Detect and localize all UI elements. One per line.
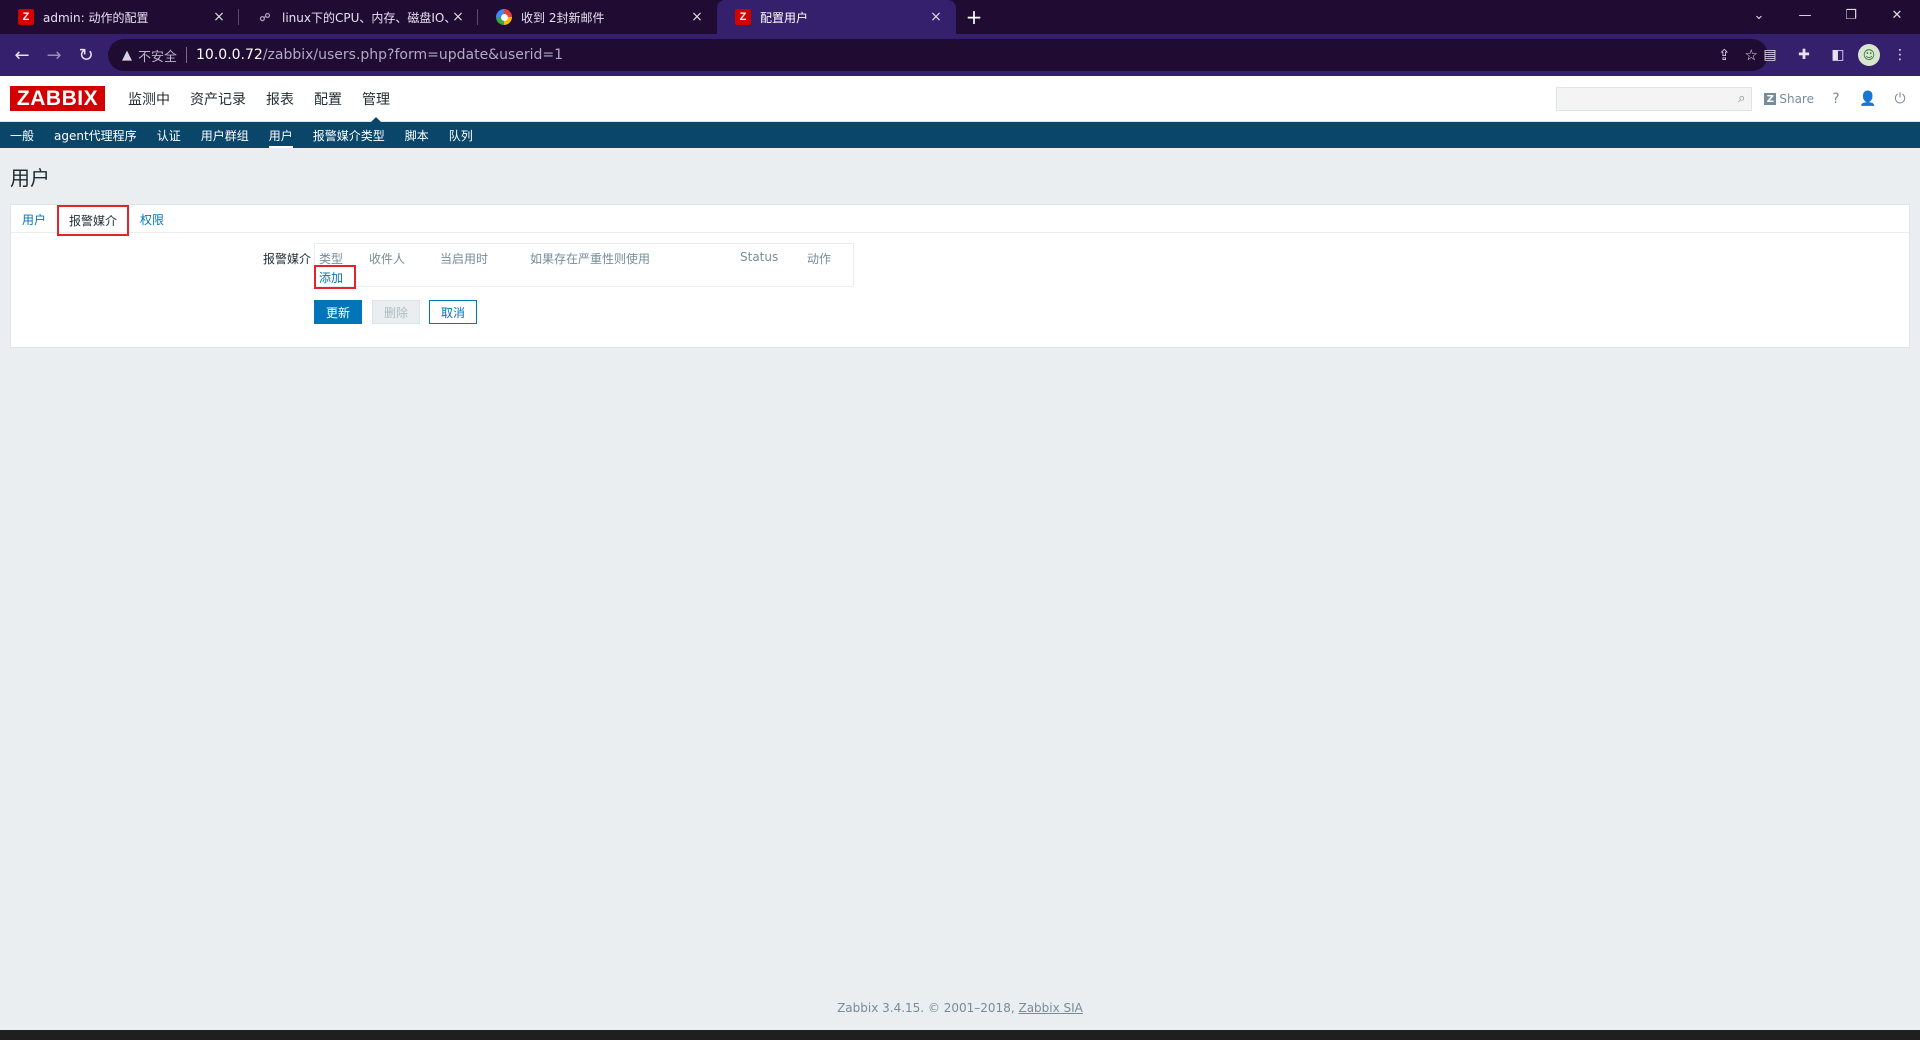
warning-icon[interactable]: ▲ (122, 48, 132, 63)
top-right-tools: ⌕ Z Share ? 👤 ⏻ (1556, 87, 1910, 111)
media-label: 报警媒介 (262, 252, 311, 266)
search-icon[interactable]: ⌕ (1738, 91, 1745, 106)
back-icon[interactable]: ← (6, 39, 38, 71)
mail-icon (496, 9, 512, 25)
puzzle-extensions-icon[interactable]: ✚ (1790, 41, 1818, 69)
column-when-active: 当启用时 (440, 252, 489, 266)
zabbix-app: ZABBIX 监测中 资产记录 报表 配置 管理 ⌕ Z Share ? 👤 ⏻… (0, 76, 1920, 1040)
tab-title: admin: 动作的配置 (43, 10, 149, 25)
main-menu-reports[interactable]: 报表 (256, 76, 304, 122)
footer-link[interactable]: Zabbix SIA (1018, 1001, 1082, 1015)
close-icon[interactable]: × (928, 9, 944, 25)
browser-tab[interactable]: ☍ linux下的CPU、内存、磁盘IO、 × (239, 0, 478, 34)
delete-button: 删除 (372, 300, 420, 324)
help-icon[interactable]: ? (1826, 91, 1846, 107)
tab-media[interactable]: 报警媒介 (57, 205, 130, 236)
share-link[interactable]: Z Share (1764, 92, 1814, 106)
sub-menu-user-groups[interactable]: 用户群组 (191, 122, 259, 148)
close-window-icon[interactable]: ✕ (1874, 0, 1920, 30)
zabbix-icon: Z (735, 9, 751, 25)
footer-text: Zabbix 3.4.15. © 2001–2018, (837, 1001, 1019, 1015)
browser-toolbar: ← → ↻ ▲ 不安全 10.0.0.72 /zabbix/users.php?… (0, 34, 1920, 76)
sub-menu-scripts[interactable]: 脚本 (395, 122, 439, 148)
sub-menu-general[interactable]: 一般 (0, 122, 44, 148)
close-icon[interactable]: × (450, 9, 466, 25)
tab-permissions[interactable]: 权限 (135, 205, 169, 233)
forward-icon[interactable]: → (38, 39, 70, 71)
restore-icon[interactable]: ❐ (1828, 0, 1874, 30)
share-label: Share (1779, 92, 1814, 106)
page-title: 用户 (10, 166, 50, 190)
url-host: 10.0.0.72 (196, 47, 263, 63)
zabbix-logo[interactable]: ZABBIX (10, 86, 105, 111)
browser-tab-active[interactable]: Z 配置用户 × (717, 0, 956, 34)
sub-menu: 一般 agent代理程序 认证 用户群组 用户 报警媒介类型 脚本 队列 (0, 122, 1920, 148)
column-send-to: 收件人 (369, 252, 406, 266)
main-menu-administration[interactable]: 管理 (352, 76, 400, 123)
new-tab-button[interactable]: + (956, 0, 992, 34)
insecure-label[interactable]: 不安全 (138, 46, 177, 65)
form-tabs: 用户 报警媒介 权限 (11, 205, 1909, 236)
browser-tab[interactable]: 收到 2封新邮件 × (478, 0, 717, 34)
add-media-link[interactable]: 添加 (314, 265, 356, 289)
github-icon: ☍ (259, 11, 271, 24)
media-table: 类型 收件人 当启用时 如果存在严重性则使用 Status 动作 (314, 243, 854, 287)
cancel-button[interactable]: 取消 (429, 300, 477, 324)
top-navigation: ZABBIX 监测中 资产记录 报表 配置 管理 ⌕ Z Share ? 👤 ⏻ (0, 76, 1920, 123)
main-menu-configuration[interactable]: 配置 (304, 76, 352, 122)
extensions-area: ▤ ✚ ◧ ☺ ⋮ (1756, 39, 1920, 71)
sub-menu-media-types[interactable]: 报警媒介类型 (303, 122, 395, 148)
main-menu-inventory[interactable]: 资产记录 (180, 76, 256, 122)
profile-avatar-icon[interactable]: ☺ (1858, 44, 1880, 66)
update-button[interactable]: 更新 (314, 300, 362, 324)
side-panel-icon[interactable]: ◧ (1824, 41, 1852, 69)
main-menu-monitoring[interactable]: 监测中 (118, 76, 180, 122)
reload-icon[interactable]: ↻ (70, 39, 102, 71)
close-icon[interactable]: × (689, 9, 705, 25)
url-path: /zabbix/users.php?form=update&userid=1 (262, 47, 564, 63)
sub-menu-authentication[interactable]: 认证 (147, 122, 191, 148)
sub-menu-queue[interactable]: 队列 (439, 122, 483, 148)
search-input[interactable]: ⌕ (1556, 87, 1753, 111)
user-form-panel: 用户 报警媒介 权限 报警媒介 类型 收件人 当启用时 如果存在严重性则使用 S… (10, 204, 1910, 348)
reader-extension-icon[interactable]: ▤ (1756, 41, 1784, 69)
browser-tab-strip: Z admin: 动作的配置 × ☍ linux下的CPU、内存、磁盘IO、 ×… (0, 0, 1920, 34)
tab-user[interactable]: 用户 (17, 205, 51, 233)
browser-tab[interactable]: Z admin: 动作的配置 × (0, 0, 239, 34)
address-bar[interactable]: ▲ 不安全 10.0.0.72 /zabbix/users.php?form=u… (108, 39, 1768, 71)
tab-title: 收到 2封新邮件 (521, 10, 605, 25)
share-page-icon[interactable]: ⇪ (1718, 46, 1731, 64)
column-action: 动作 (807, 252, 832, 266)
window-controls: ⌄ — ❐ ✕ (1736, 0, 1920, 30)
zabbix-icon: Z (18, 9, 34, 25)
zabbix-share-icon: Z (1764, 93, 1777, 105)
user-profile-icon[interactable]: 👤 (1858, 91, 1878, 107)
close-icon[interactable]: × (211, 9, 227, 25)
tab-title: 配置用户 (760, 10, 809, 25)
minimize-icon[interactable]: — (1782, 0, 1828, 30)
main-menu: 监测中 资产记录 报表 配置 管理 (118, 76, 400, 123)
column-status: Status (740, 250, 779, 264)
column-severity: 如果存在严重性则使用 (530, 252, 651, 266)
sub-menu-users[interactable]: 用户 (259, 122, 303, 148)
tab-search-icon[interactable]: ⌄ (1736, 0, 1782, 30)
browser-menu-icon[interactable]: ⋮ (1886, 41, 1914, 69)
sign-out-icon[interactable]: ⏻ (1890, 91, 1910, 107)
sub-menu-proxies[interactable]: agent代理程序 (44, 122, 147, 148)
taskbar-strip (0, 1030, 1920, 1040)
footer: Zabbix 3.4.15. © 2001–2018, Zabbix SIA (0, 1001, 1920, 1015)
tab-title: linux下的CPU、内存、磁盘IO、 (282, 10, 450, 25)
